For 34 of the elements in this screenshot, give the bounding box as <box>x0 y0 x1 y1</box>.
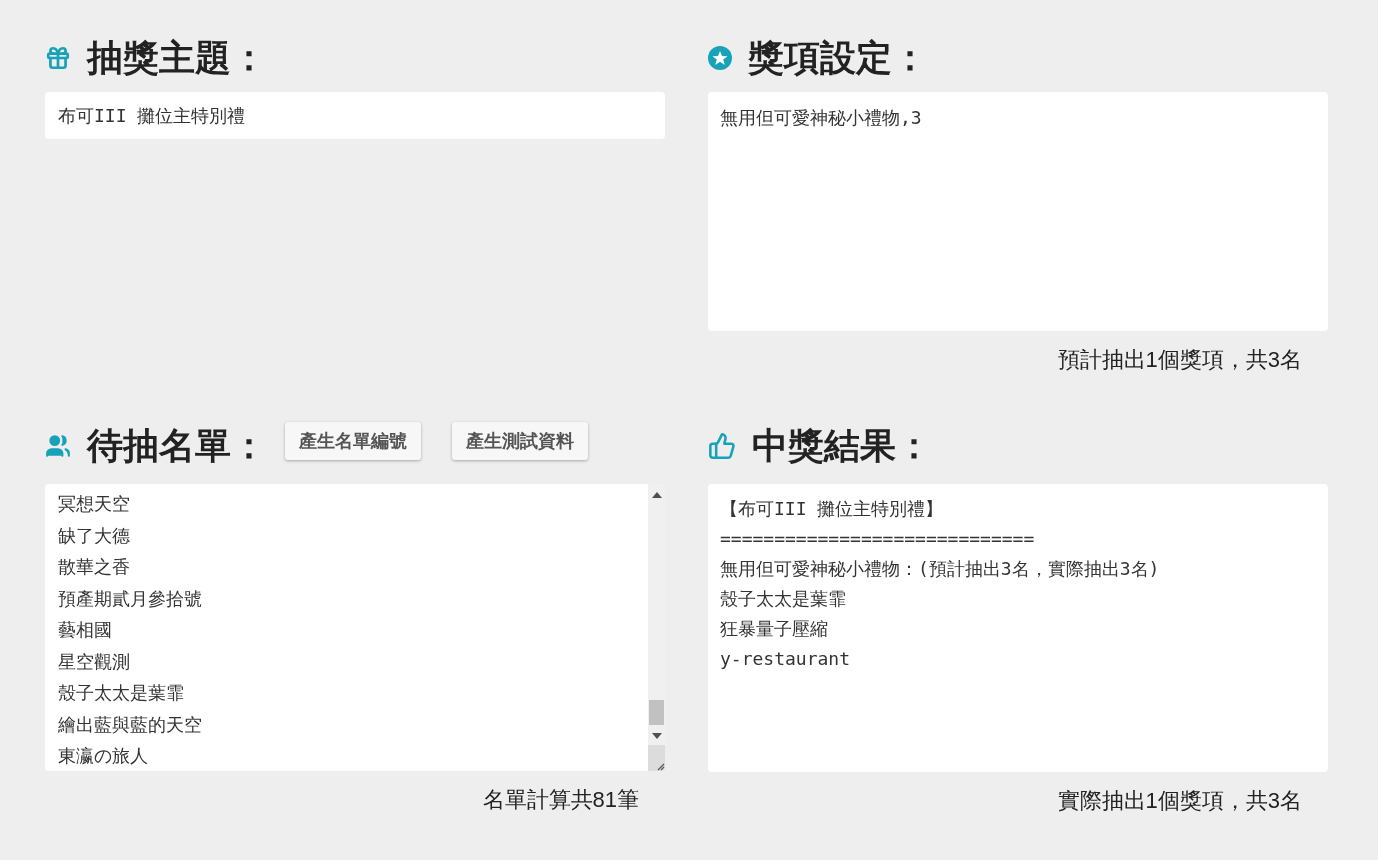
prize-textarea[interactable]: 無用但可愛神秘小禮物,3 <box>708 92 1328 331</box>
list-entry: 東瀛の旅人 <box>58 744 149 768</box>
theme-input[interactable]: 布可III 攤位主特別禮 <box>45 92 665 139</box>
candidate-list[interactable]: 冥想天空 缺了大德 散華之香 預產期貳月參拾號 藝相國 星空觀測 殼子太太是葉霏 繪出藍與藍的天空 東瀛の旅人 <box>45 484 665 771</box>
result-line: 無用但可愛神秘小禮物：(預計抽出3名，實際抽出3名) <box>720 557 1161 581</box>
result-summary: 實際抽出1個獎項，共3名 <box>1057 787 1302 815</box>
people-icon <box>45 433 71 459</box>
scrollbar-thumb[interactable] <box>649 700 664 725</box>
list-entry: 預產期貳月參拾號 <box>58 586 203 611</box>
thumbs-up-icon <box>708 432 736 460</box>
section-heading: 獎項設定： <box>748 40 928 76</box>
result-line: y-restaurant <box>720 647 852 671</box>
list-entry: 冥想天空 <box>58 492 131 516</box>
list-summary: 名單計算共81筆 <box>482 786 639 814</box>
list-entry: 散華之香 <box>58 555 131 579</box>
prize-summary: 預計抽出1個獎項，共3名 <box>1057 346 1302 374</box>
action-button[interactable]: 產生測試資料 <box>452 422 588 460</box>
result-line: 殼子太太是葉霏 <box>720 587 847 611</box>
list-entry: 星空觀測 <box>58 649 131 674</box>
section-heading: 待抽名單： <box>87 428 267 464</box>
result-line: ============================= <box>720 527 1036 551</box>
scroll-down-icon[interactable] <box>651 733 662 739</box>
scroll-up-icon[interactable] <box>651 492 662 498</box>
list-entry: 缺了大德 <box>58 523 131 548</box>
result-line: 狂暴量子壓縮 <box>720 617 829 641</box>
list-entry: 藝相國 <box>58 618 113 642</box>
section-heading: 抽獎主題： <box>87 40 267 76</box>
list-entry: 繪出藍與藍的天空 <box>58 712 203 737</box>
gift-icon <box>45 45 71 71</box>
section-heading: 中獎結果： <box>752 428 932 464</box>
resize-grip-icon[interactable] <box>655 761 665 771</box>
list-entry: 殼子太太是葉霏 <box>58 681 185 705</box>
action-button[interactable]: 產生名單編號 <box>285 422 421 460</box>
result-line: 【布可III 攤位主特別禮】 <box>720 497 945 521</box>
